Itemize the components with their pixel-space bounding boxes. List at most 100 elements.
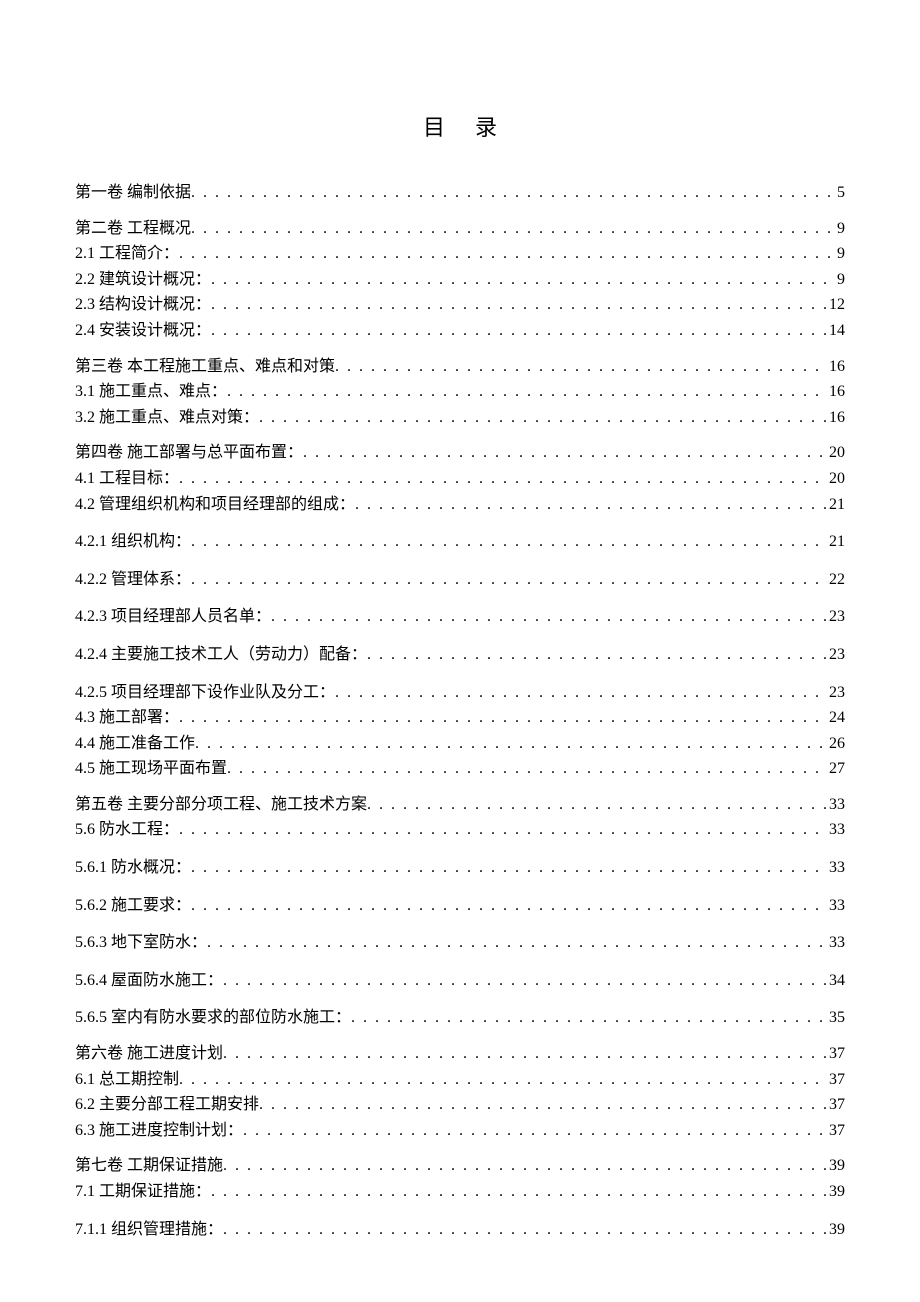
toc-label: 4.3 施工部署：: [75, 707, 179, 729]
toc-entry: 4.2.2 管理体系： 22: [75, 569, 845, 591]
toc-label: 2.1 工程简介：: [75, 243, 179, 265]
toc-entry: 2.3 结构设计概况：12: [75, 294, 845, 316]
toc-label: 第六卷 施工进度计划: [75, 1043, 223, 1065]
toc-label: 7.1.1 组织管理措施：: [75, 1219, 223, 1241]
toc-entry: 第四卷 施工部署与总平面布置： 20: [75, 442, 845, 464]
toc-leader-dots: [211, 269, 835, 291]
toc-label: 5.6.3 地下室防水：: [75, 932, 207, 954]
toc-page-number: 22: [827, 569, 845, 591]
toc-leader-dots: [223, 1219, 827, 1241]
toc-leader-dots: [191, 182, 835, 204]
toc-label: 2.2 建筑设计概况：: [75, 269, 211, 291]
toc-page-number: 34: [827, 970, 845, 992]
toc-leader-dots: [191, 218, 835, 240]
toc-entry: 5.6.1 防水概况：33: [75, 857, 845, 879]
toc-label: 4.5 施工现场平面布置: [75, 758, 227, 780]
toc-leader-dots: [351, 1007, 827, 1029]
toc-leader-dots: [191, 857, 827, 879]
toc-entry: 5.6.3 地下室防水： 33: [75, 932, 845, 954]
toc-leader-dots: [335, 682, 827, 704]
toc-leader-dots: [179, 1069, 827, 1091]
toc-page-number: 27: [827, 758, 845, 780]
toc-entry: 4.2.5 项目经理部下设作业队及分工：23: [75, 682, 845, 704]
toc-page-number: 23: [827, 606, 845, 628]
toc-leader-dots: [271, 606, 827, 628]
toc-label: 第二卷 工程概况: [75, 218, 191, 240]
toc-entry: 4.5 施工现场平面布置 27: [75, 758, 845, 780]
toc-entry: 6.1 总工期控制 37: [75, 1069, 845, 1091]
toc-label: 6.3 施工进度控制计划：: [75, 1120, 243, 1142]
toc-page-number: 21: [827, 494, 845, 516]
toc-page-number: 9: [835, 269, 845, 291]
toc-entry: 5.6.4 屋面防水施工： 34: [75, 970, 845, 992]
toc-label: 5.6.4 屋面防水施工：: [75, 970, 223, 992]
toc-page-number: 37: [827, 1069, 845, 1091]
toc-leader-dots: [243, 1120, 827, 1142]
toc-label: 3.1 施工重点、难点：: [75, 381, 227, 403]
toc-label: 5.6.2 施工要求：: [75, 895, 191, 917]
toc-page-number: 37: [827, 1043, 845, 1065]
toc-page-number: 26: [827, 733, 845, 755]
toc-page-number: 33: [827, 857, 845, 879]
toc-label: 4.2.3 项目经理部人员名单：: [75, 606, 271, 628]
toc-page-number: 9: [835, 218, 845, 240]
toc-leader-dots: [355, 494, 827, 516]
toc-page-number: 20: [827, 468, 845, 490]
toc-entry: 4.2 管理组织机构和项目经理部的组成： 21: [75, 494, 845, 516]
toc-leader-dots: [191, 895, 827, 917]
toc-page-number: 37: [827, 1120, 845, 1142]
toc-page-number: 39: [827, 1181, 845, 1203]
toc-page-number: 33: [827, 819, 845, 841]
toc-page-number: 16: [827, 381, 845, 403]
toc-label: 2.3 结构设计概况：: [75, 294, 211, 316]
toc-page-number: 21: [827, 531, 845, 553]
toc-leader-dots: [179, 819, 827, 841]
toc-leader-dots: [211, 320, 827, 342]
toc-entry: 5.6 防水工程： 33: [75, 819, 845, 841]
toc-label: 4.4 施工准备工作: [75, 733, 195, 755]
toc-page-number: 33: [827, 932, 845, 954]
toc-page-number: 14: [827, 320, 845, 342]
toc-label: 4.2.2 管理体系：: [75, 569, 191, 591]
toc-label: 第五卷 主要分部分项工程、施工技术方案: [75, 794, 367, 816]
toc-page-number: 16: [827, 356, 845, 378]
toc-label: 5.6 防水工程：: [75, 819, 179, 841]
toc-entry: 2.2 建筑设计概况： 9: [75, 269, 845, 291]
toc-entry: 第一卷 编制依据5: [75, 182, 845, 204]
toc-label: 4.2.1 组织机构：: [75, 531, 191, 553]
toc-page-number: 39: [827, 1219, 845, 1241]
toc-entry: 4.1 工程目标： 20: [75, 468, 845, 490]
toc-entry: 4.2.4 主要施工技术工人（劳动力）配备：23: [75, 644, 845, 666]
toc-leader-dots: [211, 294, 827, 316]
toc-entry: 6.3 施工进度控制计划： 37: [75, 1120, 845, 1142]
toc-label: 4.1 工程目标：: [75, 468, 179, 490]
toc-page-number: 39: [827, 1155, 845, 1177]
toc-leader-dots: [335, 356, 827, 378]
toc-label: 3.2 施工重点、难点对策：: [75, 407, 259, 429]
toc-entry: 4.2.1 组织机构： 21: [75, 531, 845, 553]
toc-page-number: 20: [827, 442, 845, 464]
toc-leader-dots: [179, 468, 827, 490]
toc-leader-dots: [227, 758, 827, 780]
toc-leader-dots: [259, 1094, 827, 1116]
toc-entry: 5.6.5 室内有防水要求的部位防水施工：35: [75, 1007, 845, 1029]
toc-leader-dots: [191, 531, 827, 553]
toc-entry: 6.2 主要分部工程工期安排37: [75, 1094, 845, 1116]
toc-label: 7.1 工期保证措施：: [75, 1181, 211, 1203]
toc-leader-dots: [179, 243, 835, 265]
toc-entry: 第五卷 主要分部分项工程、施工技术方案33: [75, 794, 845, 816]
toc-entry: 2.4 安装设计概况：14: [75, 320, 845, 342]
toc-page-number: 9: [835, 243, 845, 265]
toc-leader-dots: [367, 794, 827, 816]
toc-leader-dots: [223, 970, 827, 992]
toc-entry: 4.3 施工部署：24: [75, 707, 845, 729]
toc-label: 6.1 总工期控制: [75, 1069, 179, 1091]
toc-label: 第四卷 施工部署与总平面布置：: [75, 442, 303, 464]
toc-entry: 7.1.1 组织管理措施： 39: [75, 1219, 845, 1241]
toc-label: 第一卷 编制依据: [75, 182, 191, 204]
toc-label: 4.2 管理组织机构和项目经理部的组成：: [75, 494, 355, 516]
toc-label: 4.2.5 项目经理部下设作业队及分工：: [75, 682, 335, 704]
page-title: 目录: [75, 110, 845, 142]
toc-entry: 第七卷 工期保证措施39: [75, 1155, 845, 1177]
toc-entry: 4.4 施工准备工作 26: [75, 733, 845, 755]
